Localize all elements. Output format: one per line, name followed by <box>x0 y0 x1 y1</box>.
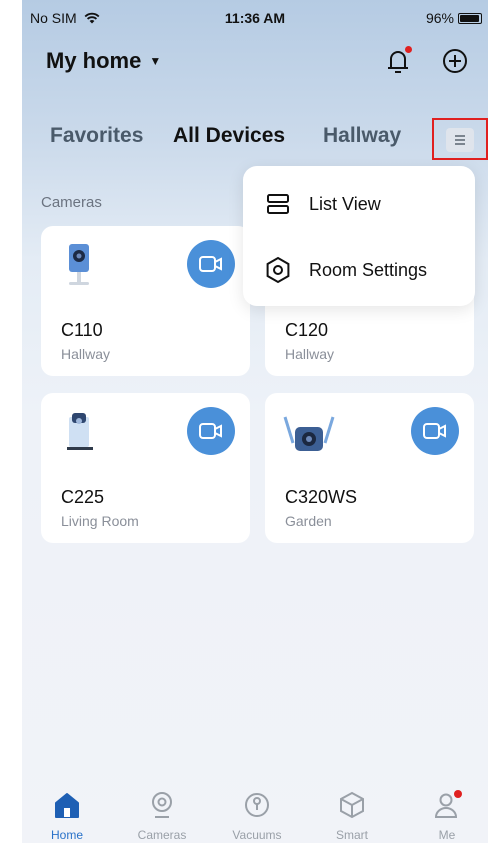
device-name: C110 <box>61 320 103 340</box>
camera-c225-icon <box>59 407 105 459</box>
clock: 11:36 AM <box>224 10 286 26</box>
device-card[interactable]: C320WS Garden <box>265 393 474 543</box>
notification-dot <box>405 46 412 53</box>
status-bar: No SIM 11:36 AM 96% <box>22 0 488 34</box>
device-room: Hallway <box>285 346 335 362</box>
camera-icon <box>152 792 172 818</box>
list-view-icon <box>267 194 289 214</box>
tabbar-label: Home <box>50 828 83 842</box>
tab-all-devices[interactable]: All Devices <box>173 124 285 148</box>
tabbar-smart[interactable]: Smart <box>312 790 392 842</box>
header: My home ▼ <box>22 44 488 84</box>
tabbar-cameras[interactable]: Cameras <box>122 790 202 842</box>
video-camera-icon <box>199 423 222 439</box>
tabbar-label: Cameras <box>137 828 187 842</box>
plus-circle-icon <box>443 49 467 73</box>
caret-down-icon: ▼ <box>149 54 162 68</box>
home-title: My home <box>46 48 142 73</box>
battery-percent: 96% <box>425 10 454 26</box>
device-room: Hallway <box>61 346 111 362</box>
video-button[interactable] <box>187 240 235 288</box>
tab-favorites[interactable]: Favorites <box>50 124 143 148</box>
video-button[interactable] <box>187 407 235 455</box>
bottom-tab-bar: Home Cameras Vacuums Smart Me <box>22 772 488 843</box>
battery-icon <box>458 12 482 24</box>
video-camera-icon <box>199 256 222 272</box>
tabbar-home[interactable]: Home <box>27 790 107 842</box>
tabbar-vacuums[interactable]: Vacuums <box>217 790 297 842</box>
tabbar-label: Smart <box>335 828 368 842</box>
tab-hallway[interactable]: Hallway <box>323 124 401 148</box>
vacuum-icon <box>245 793 269 817</box>
tabs-menu-button[interactable] <box>432 118 488 160</box>
tabbar-me[interactable]: Me <box>407 790 487 842</box>
cube-icon <box>340 791 364 819</box>
room-tabs: Favorites All Devices Hallway <box>22 118 488 160</box>
app-screen: No SIM 11:36 AM 96% My home ▼ Favorites … <box>22 0 488 843</box>
notification-button[interactable] <box>384 46 412 76</box>
user-icon <box>432 790 462 820</box>
add-device-button[interactable] <box>442 48 468 74</box>
device-name: C120 <box>285 320 329 340</box>
view-menu: List View Room Settings <box>243 166 475 306</box>
menu-item-label: List View <box>309 193 381 214</box>
tabbar-label: Vacuums <box>232 828 282 842</box>
camera-c320ws-icon <box>283 407 335 459</box>
menu-item-room-settings[interactable]: Room Settings <box>243 240 475 300</box>
device-name: C320WS <box>285 487 358 507</box>
device-card[interactable]: C225 Living Room <box>41 393 250 543</box>
video-button[interactable] <box>411 407 459 455</box>
home-icon <box>55 793 79 818</box>
device-room: Garden <box>285 513 332 529</box>
tabbar-label: Me <box>438 828 456 842</box>
settings-hexagon-icon <box>266 256 290 284</box>
menu-icon <box>446 128 474 152</box>
notification-dot <box>454 790 462 798</box>
battery-status: 96% <box>426 10 482 26</box>
device-name: C225 <box>61 487 105 507</box>
device-card[interactable]: C110 Hallway <box>41 226 250 376</box>
home-selector[interactable]: My home ▼ <box>46 48 161 74</box>
menu-item-list-view[interactable]: List View <box>243 174 475 234</box>
section-title: Cameras <box>41 194 102 211</box>
menu-item-label: Room Settings <box>309 259 428 280</box>
video-camera-icon <box>423 423 446 439</box>
device-room: Living Room <box>61 513 139 529</box>
camera-c110-icon <box>59 240 105 292</box>
